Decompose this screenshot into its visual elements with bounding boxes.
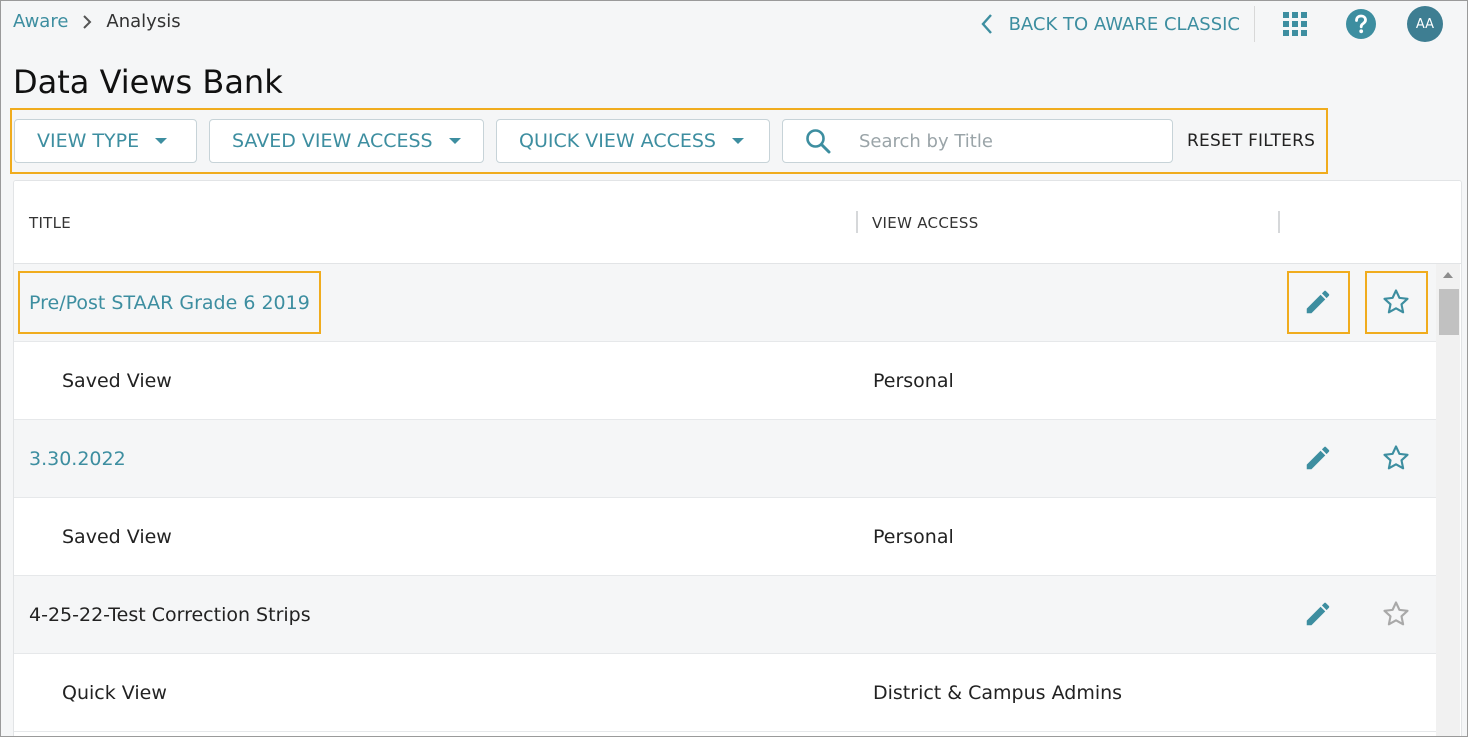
view-title-link[interactable]: Pre/Post STAAR Grade 6 2019 <box>29 292 310 314</box>
table-scrollbar[interactable] <box>1436 264 1460 736</box>
column-header-view-access[interactable]: VIEW ACCESS <box>872 214 979 232</box>
filter-bar: VIEW TYPE SAVED VIEW ACCESS QUICK VIEW A… <box>10 108 1328 174</box>
table-row: Pre/Post STAAR Grade 6 2019 <box>14 264 1436 342</box>
app-grid-button[interactable] <box>1275 4 1315 44</box>
scroll-thumb[interactable] <box>1439 289 1459 335</box>
star-outline-icon <box>1383 601 1409 626</box>
table-row: Saved View Personal <box>14 342 1436 420</box>
back-to-classic-label: BACK TO AWARE CLASSIC <box>1008 13 1240 35</box>
column-header-title[interactable]: TITLE <box>29 214 71 232</box>
reset-filters-button[interactable]: RESET FILTERS <box>1187 131 1315 151</box>
chevron-left-icon <box>980 14 992 34</box>
view-title-cell: 4-25-22-Test Correction Strips <box>29 576 311 653</box>
view-access-cell: Personal <box>873 525 954 548</box>
help-icon <box>1346 9 1376 39</box>
table-row: Quick View District & Campus Admins <box>14 654 1436 732</box>
column-resize-handle[interactable] <box>1278 211 1280 233</box>
caret-down-icon <box>155 138 168 144</box>
quick-view-access-dropdown[interactable]: QUICK VIEW ACCESS <box>496 119 770 163</box>
table-header: TITLE VIEW ACCESS <box>14 181 1461 264</box>
pencil-icon <box>1306 446 1330 470</box>
view-type-label: VIEW TYPE <box>37 130 140 152</box>
favorite-button[interactable] <box>1366 584 1426 644</box>
favorite-button[interactable] <box>1366 272 1426 332</box>
header-divider <box>1254 6 1255 42</box>
app-frame: Aware Analysis BACK TO AWARE CLASSIC AA … <box>0 0 1468 737</box>
app-grid-icon <box>1283 12 1307 36</box>
column-resize-handle[interactable] <box>856 211 858 233</box>
table-row: 3.30.2022 <box>14 420 1436 498</box>
top-right-toolbar: BACK TO AWARE CLASSIC AA <box>980 4 1443 44</box>
star-outline-icon <box>1383 445 1409 470</box>
breadcrumb: Aware Analysis <box>13 11 181 32</box>
view-type-dropdown[interactable]: VIEW TYPE <box>14 119 197 163</box>
saved-view-access-dropdown[interactable]: SAVED VIEW ACCESS <box>209 119 484 163</box>
help-button[interactable] <box>1341 4 1381 44</box>
breadcrumb-current: Analysis <box>106 11 181 32</box>
quick-view-access-label: QUICK VIEW ACCESS <box>519 130 716 152</box>
table-body: Pre/Post STAAR Grade 6 2019 Saved View P… <box>14 264 1436 732</box>
view-access-cell: Personal <box>873 369 954 392</box>
saved-view-access-label: SAVED VIEW ACCESS <box>232 130 433 152</box>
page-title: Data Views Bank <box>13 63 283 101</box>
view-title-link[interactable]: 3.30.2022 <box>29 448 126 470</box>
edit-button[interactable] <box>1288 428 1348 488</box>
view-title-cell: 3.30.2022 <box>29 420 126 497</box>
view-title-cell: Pre/Post STAAR Grade 6 2019 <box>29 264 310 341</box>
table-row: Saved View Personal <box>14 498 1436 576</box>
favorite-button[interactable] <box>1366 428 1426 488</box>
search-input[interactable] <box>857 129 1131 153</box>
caret-down-icon <box>448 138 461 144</box>
view-type-cell: Saved View <box>62 369 172 392</box>
breadcrumb-aware-link[interactable]: Aware <box>13 11 68 32</box>
user-avatar[interactable]: AA <box>1407 6 1443 42</box>
edit-button[interactable] <box>1288 272 1348 332</box>
star-outline-icon <box>1383 289 1409 314</box>
edit-button[interactable] <box>1288 584 1348 644</box>
pencil-icon <box>1306 602 1330 626</box>
scroll-up-arrow-icon[interactable] <box>1443 272 1453 278</box>
pencil-icon <box>1306 290 1330 314</box>
view-type-cell: Saved View <box>62 525 172 548</box>
table-row: 4-25-22-Test Correction Strips <box>14 576 1436 654</box>
chevron-right-icon <box>82 14 92 30</box>
view-access-cell: District & Campus Admins <box>873 681 1123 704</box>
search-icon <box>806 129 831 154</box>
view-type-cell: Quick View <box>62 681 167 704</box>
back-to-classic-link[interactable]: BACK TO AWARE CLASSIC <box>980 13 1252 35</box>
view-title-text[interactable]: 4-25-22-Test Correction Strips <box>29 604 311 626</box>
data-views-table: TITLE VIEW ACCESS Pre/Post STAAR Grade 6… <box>13 180 1462 736</box>
caret-down-icon <box>732 138 744 144</box>
search-box <box>782 119 1173 163</box>
